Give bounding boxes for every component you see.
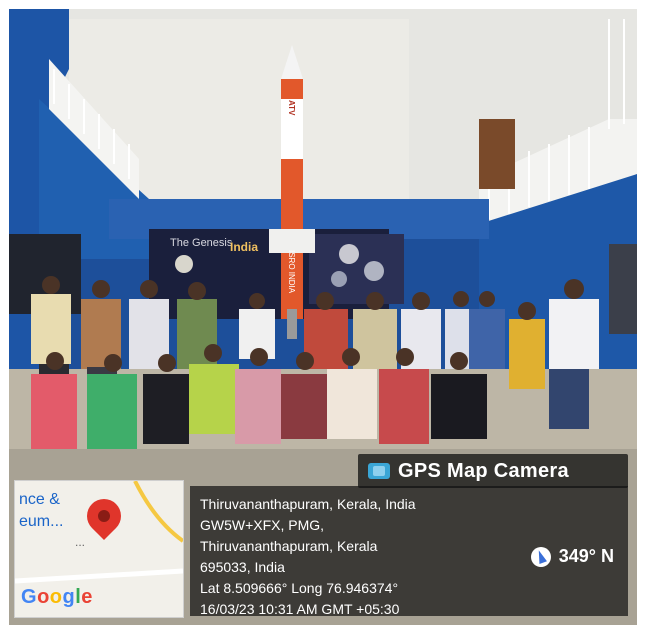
- camera-icon: [368, 463, 390, 479]
- exhibit-title: The Genesis: [170, 237, 233, 249]
- map-place-label-1: nce &: [19, 491, 60, 508]
- map-place-label-2: eum...: [19, 513, 64, 530]
- location-info-panel: Thiruvananthapuram, Kerala, India GW5W+X…: [190, 486, 628, 617]
- exhibit-india: India: [230, 240, 259, 254]
- map-thumbnail[interactable]: nce & eum... ... Google: [14, 480, 184, 618]
- compass-icon: [530, 546, 551, 567]
- location-line-2: GW5W+XFX, PMG,: [200, 517, 325, 533]
- map-place-label-3: ...: [75, 535, 86, 549]
- google-logo: Google: [21, 586, 93, 608]
- compass-heading: 349° N: [558, 546, 614, 566]
- badge-title: GPS Map Camera: [398, 459, 569, 482]
- timestamp: 16/03/23 10:31 AM GMT +05:30: [200, 601, 400, 617]
- location-line-1: Thiruvananthapuram, Kerala, India: [200, 496, 416, 512]
- rocket-isro-label: ISRO INDIA: [287, 250, 296, 294]
- compass-readout: 349° N: [530, 546, 614, 567]
- coordinates: Lat 8.509666° Long 76.946374°: [200, 580, 399, 596]
- gps-camera-badge: GPS Map Camera: [358, 454, 628, 488]
- rocket-atv-label: ATV: [287, 100, 296, 116]
